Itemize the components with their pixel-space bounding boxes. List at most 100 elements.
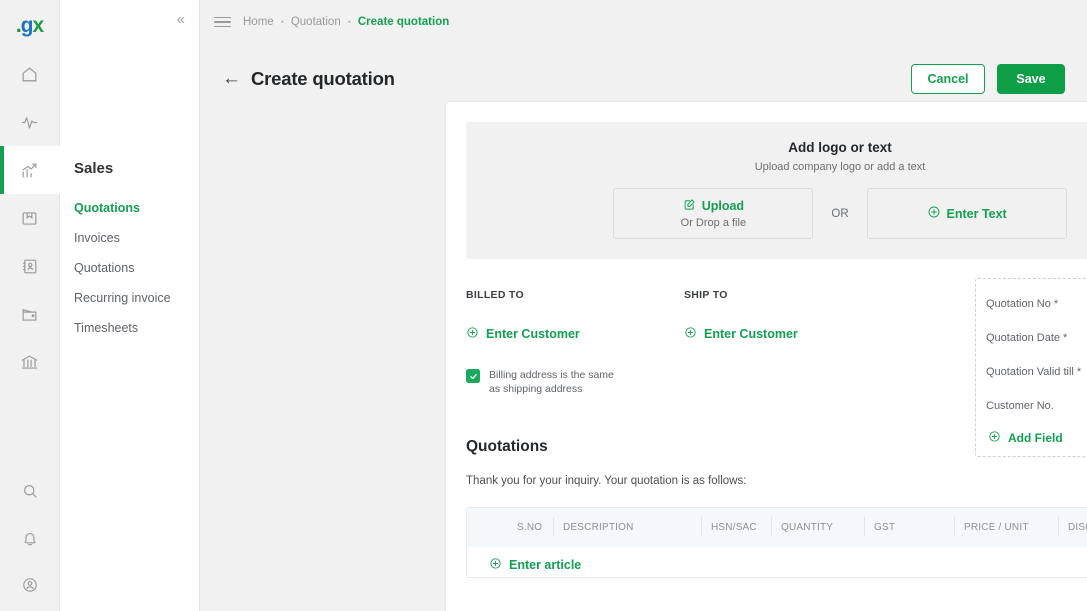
rail-item-activity[interactable]	[0, 98, 60, 146]
ship-to-enter-customer-button[interactable]: Enter Customer	[684, 326, 902, 342]
icon-rail: .gx	[0, 0, 60, 611]
rail-item-banking[interactable]	[0, 338, 60, 386]
meta-row-customer-no: Customer No. -	[986, 393, 1087, 418]
sidebar-item-quotations[interactable]: Quotations	[74, 196, 199, 226]
column-header-quantity: QUANTITY	[771, 517, 864, 537]
add-field-button[interactable]: Add Field	[988, 430, 1087, 446]
rail-item-home[interactable]	[0, 50, 60, 98]
plus-circle-icon	[988, 430, 1001, 446]
quotation-valid-till-label: Quotation Valid till *	[986, 365, 1082, 378]
search-icon	[21, 482, 39, 500]
plus-circle-icon	[927, 205, 941, 222]
rail-item-account[interactable]	[0, 563, 60, 611]
ship-to-enter-customer-label: Enter Customer	[704, 327, 798, 341]
plus-circle-icon	[489, 557, 502, 573]
activity-icon	[20, 113, 39, 132]
items-table: S.NO DESCRIPTION HSN/SAC QUANTITY GST PR…	[466, 507, 1087, 579]
plus-circle-icon	[684, 326, 697, 342]
breadcrumb-create-quotation: Create quotation	[357, 16, 450, 28]
same-address-checkbox[interactable]	[466, 369, 480, 383]
plus-circle-icon	[466, 326, 479, 342]
enter-text-label-row: Enter Text	[927, 205, 1007, 222]
billed-to-enter-customer-button[interactable]: Enter Customer	[466, 326, 684, 342]
main-content: Home • Quotation • Create quotation ← Cr…	[200, 0, 1087, 611]
rail-item-search[interactable]	[0, 467, 60, 515]
sidebar-item-timesheets[interactable]: Timesheets	[74, 316, 199, 346]
rail-item-products[interactable]	[0, 194, 60, 242]
bank-icon	[20, 353, 39, 372]
breadcrumb-home[interactable]: Home	[243, 16, 274, 28]
quotation-intro-note: Thank you for your inquiry. Your quotati…	[466, 475, 747, 488]
page-header: ← Create quotation Cancel Save	[200, 44, 1087, 102]
items-table-header: S.NO DESCRIPTION HSN/SAC QUANTITY GST PR…	[467, 508, 1087, 548]
billed-to-enter-customer-label: Enter Customer	[486, 327, 580, 341]
column-header-gst: GST	[864, 517, 954, 537]
quotation-no-label: Quotation No *	[986, 297, 1059, 310]
column-header-sno: S.NO	[517, 522, 543, 534]
upload-edit-icon	[683, 198, 696, 214]
save-button[interactable]: Save	[997, 63, 1065, 94]
breadcrumb-quotation[interactable]: Quotation	[291, 16, 341, 28]
rail-item-contacts[interactable]	[0, 242, 60, 290]
parties-section: BILLED TO Enter Customer Billing address…	[466, 278, 1087, 457]
hamburger-menu-icon[interactable]	[214, 14, 231, 31]
upload-label-row: Upload	[683, 198, 744, 214]
rail-item-notifications[interactable]	[0, 515, 60, 563]
upload-dropzone[interactable]: Upload Or Drop a file	[613, 188, 814, 239]
page-actions: Cancel Save	[911, 63, 1065, 94]
package-icon	[20, 209, 39, 228]
enter-text-label: Enter Text	[946, 206, 1007, 221]
cancel-button[interactable]: Cancel	[911, 63, 985, 94]
user-account-icon	[21, 576, 39, 594]
logo-x: x	[32, 13, 44, 37]
page-title: Create quotation	[251, 67, 395, 89]
ship-to-label: SHIP TO	[684, 289, 728, 301]
column-header-description: DESCRIPTION	[553, 517, 701, 537]
rail-item-expenses[interactable]	[0, 290, 60, 338]
logo-text: .gx	[16, 13, 44, 37]
app-logo[interactable]: .gx	[0, 0, 60, 50]
upload-label: Upload	[701, 199, 745, 213]
breadcrumb-separator: •	[347, 17, 351, 27]
enter-text-button[interactable]: Enter Text	[866, 188, 1067, 239]
back-arrow-icon[interactable]: ←	[222, 69, 241, 88]
sidebar-nav: Quotations Invoices Quotations Recurring…	[74, 196, 199, 346]
billed-to-block: BILLED TO Enter Customer Billing address…	[466, 289, 684, 396]
logo-g: g	[20, 13, 34, 37]
sidebar-item-quotations-2[interactable]: Quotations	[74, 256, 199, 286]
secondary-sidebar: « Sales Quotations Invoices Quotations R…	[60, 0, 200, 611]
wallet-icon	[20, 305, 39, 324]
quotation-items-section: Quotations Thank you for your inquiry. Y…	[466, 438, 1087, 579]
sidebar-item-invoices[interactable]: Invoices	[74, 226, 199, 256]
top-bar: Home • Quotation • Create quotation	[200, 0, 1087, 44]
or-label: OR	[831, 207, 849, 220]
enter-article-button[interactable]: Enter article	[489, 557, 1087, 573]
meta-row-quotation-date: Quotation Date * -	[986, 325, 1087, 350]
quotation-meta-fields: Quotation No * - Quotation Date * - Quot…	[975, 278, 1087, 457]
breadcrumb: Home • Quotation • Create quotation	[243, 16, 449, 28]
logo-zone-title: Add logo or text	[788, 140, 892, 155]
column-header-hsn-sac: HSN/SAC	[701, 517, 771, 537]
upload-sublabel: Or Drop a file	[680, 217, 747, 229]
items-table-body: Enter article	[467, 547, 1087, 578]
add-field-label: Add Field	[1008, 431, 1063, 445]
chevron-double-left-icon: «	[176, 11, 185, 28]
meta-row-quotation-valid-till: Quotation Valid till *	[986, 359, 1087, 384]
contacts-icon	[20, 257, 39, 276]
rail-item-sales[interactable]	[0, 146, 60, 194]
breadcrumb-separator: •	[280, 17, 284, 27]
sidebar-item-recurring-invoice[interactable]: Recurring invoice	[74, 286, 199, 316]
ship-to-block: SHIP TO Enter Customer	[684, 289, 902, 396]
column-header-discount: DISC..	[1058, 517, 1087, 537]
app-root: .gx « Sales Quotations Invoices Quotatio…	[0, 0, 1087, 611]
notification-bell-icon	[21, 530, 39, 548]
logo-zone-actions: Upload Or Drop a file OR Enter Text	[466, 188, 1087, 239]
billed-to-label: BILLED TO	[466, 289, 524, 301]
collapse-sidebar-button[interactable]: «	[177, 12, 185, 27]
quotation-date-label: Quotation Date *	[986, 331, 1068, 344]
same-address-label: Billing address is the same as shipping …	[489, 369, 614, 396]
enter-article-label: Enter article	[509, 558, 582, 573]
quotation-document-card: Add logo or text Upload company logo or …	[445, 101, 1087, 611]
sidebar-section-title: Sales	[74, 160, 114, 177]
check-icon	[469, 373, 477, 379]
